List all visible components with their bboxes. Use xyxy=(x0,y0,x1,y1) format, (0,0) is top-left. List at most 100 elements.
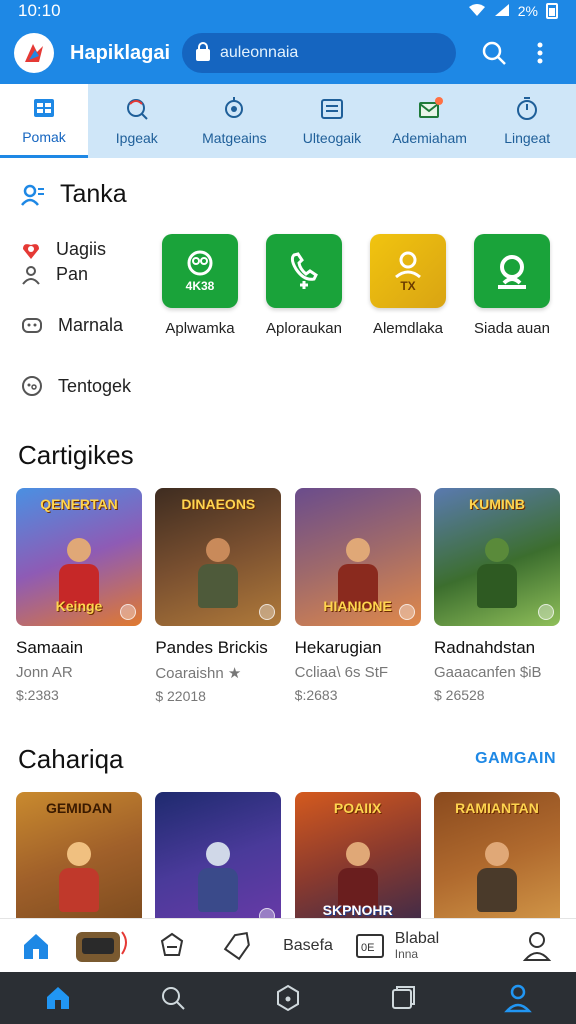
game-card[interactable] xyxy=(155,792,282,918)
game-card[interactable]: HIANIONE Hekarugian Ccliaa\ 6s StF $:268… xyxy=(294,488,421,704)
search-icon[interactable] xyxy=(474,33,514,73)
tag-icon xyxy=(223,931,250,960)
lock-icon xyxy=(196,42,210,61)
tab-ademiaham[interactable]: Ademiaham xyxy=(381,84,479,158)
game-logo-text: Keinge xyxy=(55,598,103,614)
system-nav-bar xyxy=(0,972,576,1024)
nav-basefa[interactable]: Basefa xyxy=(212,931,342,961)
app-tile[interactable]: 4K38 Aplwamka xyxy=(150,234,250,337)
app-tile[interactable]: Siada auan xyxy=(462,234,562,337)
game-card[interactable]: KUMINB Radnahdstan Gaaacanfen $iB $ 2652… xyxy=(433,488,560,704)
home-icon[interactable] xyxy=(38,978,78,1018)
game-subtitle: Coaraishn ★ xyxy=(155,665,242,682)
side-item-label: Tentogek xyxy=(58,375,132,396)
tab-lingeat[interactable]: Lingeat xyxy=(478,84,576,158)
see-all-link[interactable]: GAMGAIN xyxy=(475,750,556,768)
tab-ulteogaik[interactable]: Ulteogaik xyxy=(283,84,381,158)
game-logo-text: POAIIX xyxy=(333,800,382,816)
nav-console[interactable] xyxy=(72,928,132,964)
game-price: $:2383 xyxy=(16,687,59,703)
game-logo-text: QENERTAN xyxy=(40,496,118,512)
home-icon xyxy=(24,933,48,959)
nav-label: Basefa xyxy=(283,936,333,954)
cartigikes-header: Cartigikes xyxy=(18,440,134,470)
search-input[interactable] xyxy=(220,44,420,62)
tab-label: Pomak xyxy=(22,128,66,145)
game-subtitle: Jonn AR xyxy=(16,664,73,681)
side-item-label: Uagiis xyxy=(56,239,107,259)
expand-icon xyxy=(259,604,276,620)
gamepad-icon xyxy=(22,318,42,333)
game-logo-text: GEMIDAN xyxy=(45,800,113,816)
game-card[interactable]: QENERTAN Keinge Samaain Jonn AR $:2383 xyxy=(16,488,142,704)
nav-blabal[interactable]: 0E Blabal Inna xyxy=(342,930,452,961)
game-price: $ 26528 xyxy=(433,687,485,703)
console-icon xyxy=(76,930,127,962)
side-item-marnala[interactable]: Marnala xyxy=(20,314,150,336)
game-card[interactable]: RAMIANTAN xyxy=(433,792,560,918)
account-icon[interactable] xyxy=(498,978,538,1018)
apps-row: 4K38 Aplwamka Aploraukan TX Alemdlaka Si… xyxy=(150,234,570,337)
game-logo-text: KUMINB xyxy=(468,496,525,512)
status-time: 10:10 xyxy=(18,1,61,20)
nav-sublabel: Inna xyxy=(394,946,419,961)
game-logo-text: HIANIONE xyxy=(323,598,392,614)
tab-label: Ulteogaik xyxy=(302,130,362,146)
wifi-icon xyxy=(468,3,486,20)
game-card[interactable]: POAIIX SKPNOHR xyxy=(294,792,421,918)
battery-percent: 2% xyxy=(517,3,538,19)
game-card[interactable]: DINAEONS Pandes Brickis Coaraishn ★ $ 22… xyxy=(155,488,282,704)
game-thumbnail: POAIIX SKPNOHR xyxy=(294,792,421,918)
list-icon xyxy=(320,99,343,119)
cahariqa-header: Cahariqa xyxy=(18,744,124,774)
side-item-sublabel: Pan xyxy=(56,264,89,284)
phone-app-icon xyxy=(266,234,342,308)
svg-text:0E: 0E xyxy=(361,942,374,954)
category-tabs: Pomak Ipgeak Matgeains Ulteogaik Ademiah… xyxy=(0,84,576,158)
cartigikes-row: QENERTAN Keinge Samaain Jonn AR $:2383 D… xyxy=(16,488,560,704)
app-name: Siada auan xyxy=(474,320,550,337)
recents-icon[interactable] xyxy=(383,978,423,1018)
heart-user-icon xyxy=(20,239,42,285)
side-item-tentogek[interactable]: Tentogek xyxy=(20,374,150,398)
tab-label: Ademiaham xyxy=(392,130,467,146)
app-title: Hapiklagai xyxy=(70,41,171,64)
app-tile[interactable]: TX Alemdlaka xyxy=(358,234,458,337)
side-item-uagiis[interactable]: Uagiis Pan xyxy=(20,232,150,292)
flower-app-icon: 4K38 xyxy=(162,234,238,308)
game-thumbnail: DINAEONS xyxy=(155,488,282,626)
expand-icon xyxy=(537,604,554,620)
shield-icon[interactable] xyxy=(268,978,308,1018)
nav-home[interactable] xyxy=(0,931,72,961)
game-logo-text: RAMIANTAN xyxy=(455,800,539,816)
app-tile[interactable]: Aploraukan xyxy=(254,234,354,337)
game-title: Radnahdstan xyxy=(433,638,536,657)
game-thumbnail: RAMIANTAN xyxy=(433,792,560,918)
status-icons: 2% xyxy=(468,3,558,20)
tab-matgeains[interactable]: Matgeains xyxy=(186,84,284,158)
tab-label: Matgeains xyxy=(202,130,267,146)
search-icon[interactable] xyxy=(153,978,193,1018)
game-card[interactable]: GEMIDAN xyxy=(16,792,142,918)
mail-icon xyxy=(418,97,443,118)
game-thumbnail: GEMIDAN xyxy=(16,792,142,918)
app-badge: 4K38 xyxy=(185,279,215,293)
side-list: Uagiis Pan Marnala Tentogek xyxy=(20,232,150,398)
profile-icon xyxy=(522,931,552,961)
game-title: Pandes Brickis xyxy=(155,638,268,657)
battery-icon xyxy=(546,3,558,19)
tab-label: Ipgeak xyxy=(115,130,158,146)
nav-puzzle[interactable] xyxy=(132,931,212,961)
more-vertical-icon[interactable] xyxy=(520,33,560,73)
app-name: Alemdlaka xyxy=(372,320,444,337)
game-logo-text: DINAEONS xyxy=(181,496,256,512)
nav-profile[interactable] xyxy=(452,930,576,962)
puzzle-icon xyxy=(160,932,184,956)
game-subtitle: Ccliaa\ 6s StF xyxy=(294,664,389,681)
content-nav: Basefa 0E Blabal Inna xyxy=(0,918,576,972)
tab-pomak[interactable]: Pomak xyxy=(0,84,88,158)
app-logo-icon[interactable] xyxy=(14,33,54,73)
grid-icon xyxy=(34,98,54,117)
tab-ipgeak[interactable]: Ipgeak xyxy=(88,84,186,158)
search-box[interactable] xyxy=(182,33,456,73)
